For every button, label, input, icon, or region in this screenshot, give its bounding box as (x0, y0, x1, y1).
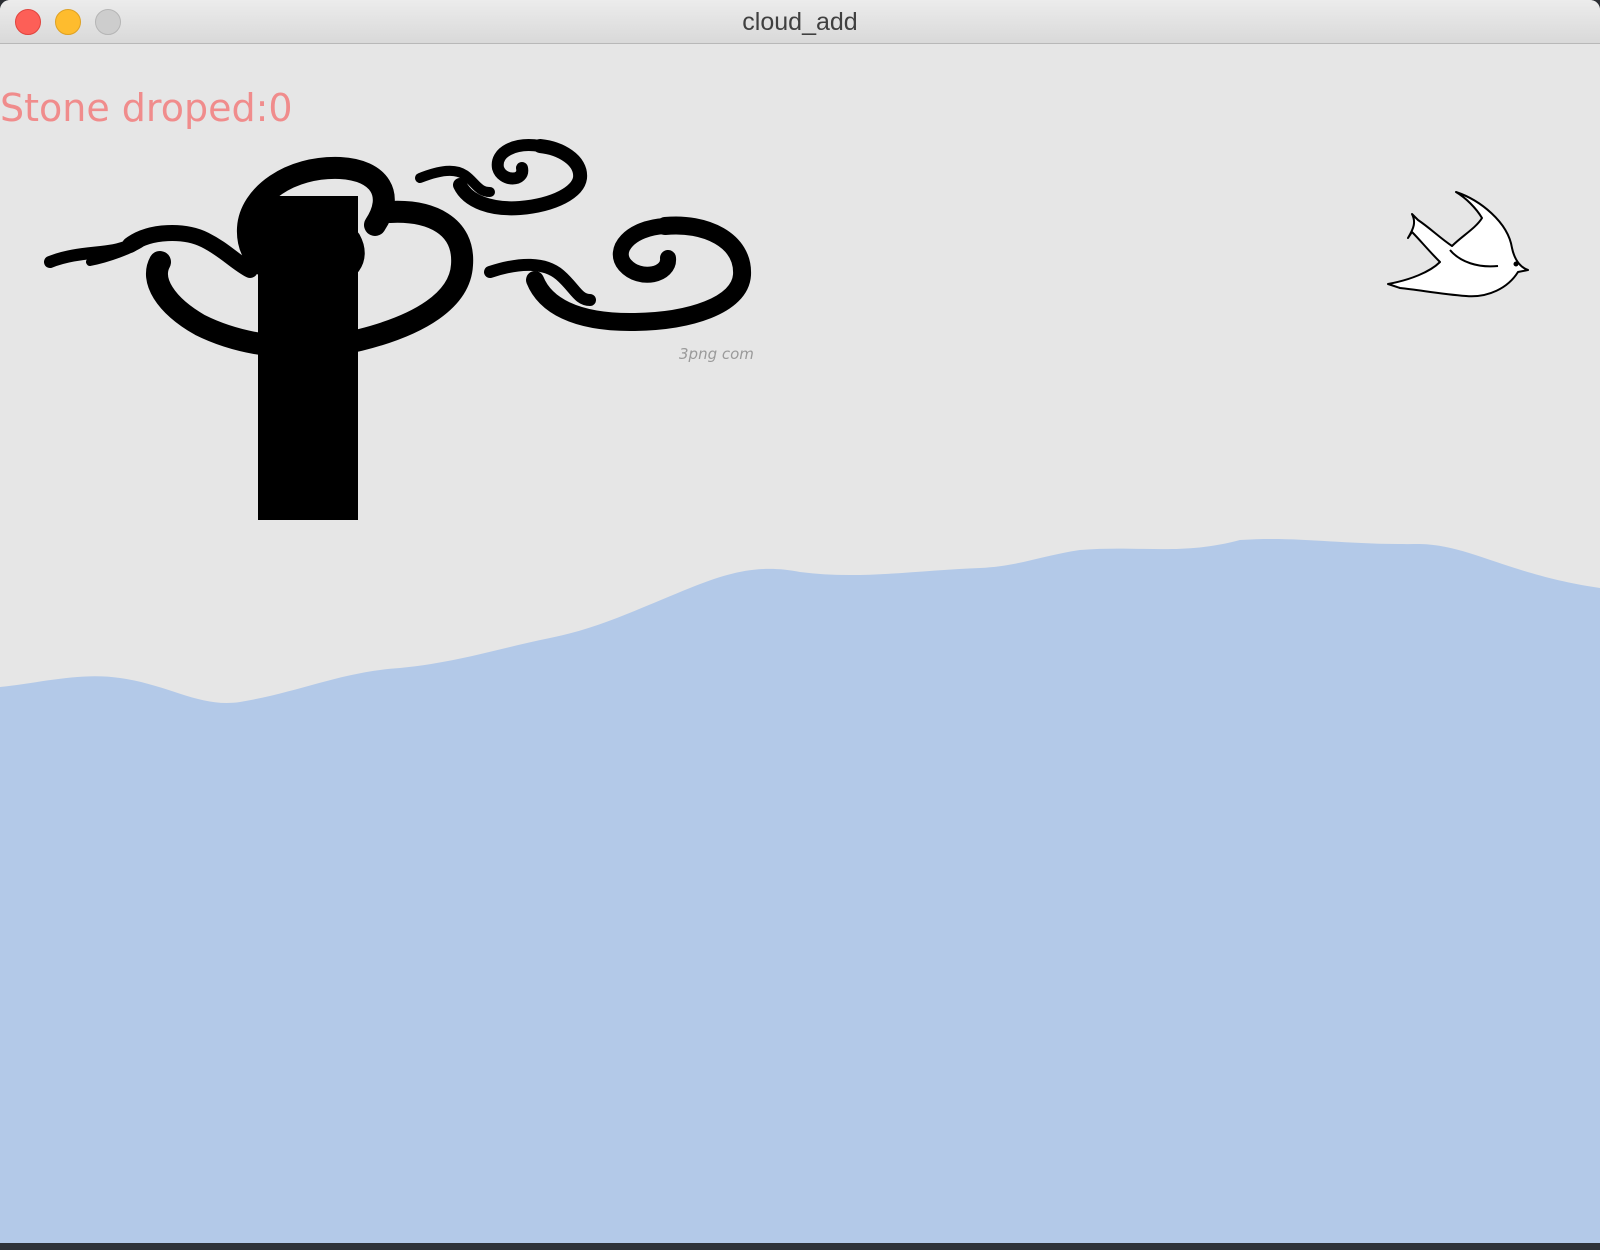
cloud-icon (44, 139, 751, 359)
swallow-bird-icon (1387, 191, 1529, 298)
desktop-strip (0, 1243, 1600, 1250)
game-window: cloud_add Stone droped:0 3png com (0, 0, 1600, 1243)
water-surface (0, 538, 1600, 1243)
watermark-text: 3png com (679, 345, 754, 363)
game-scene[interactable] (0, 0, 1600, 1243)
stone-dropped-counter: Stone droped:0 (0, 86, 293, 130)
